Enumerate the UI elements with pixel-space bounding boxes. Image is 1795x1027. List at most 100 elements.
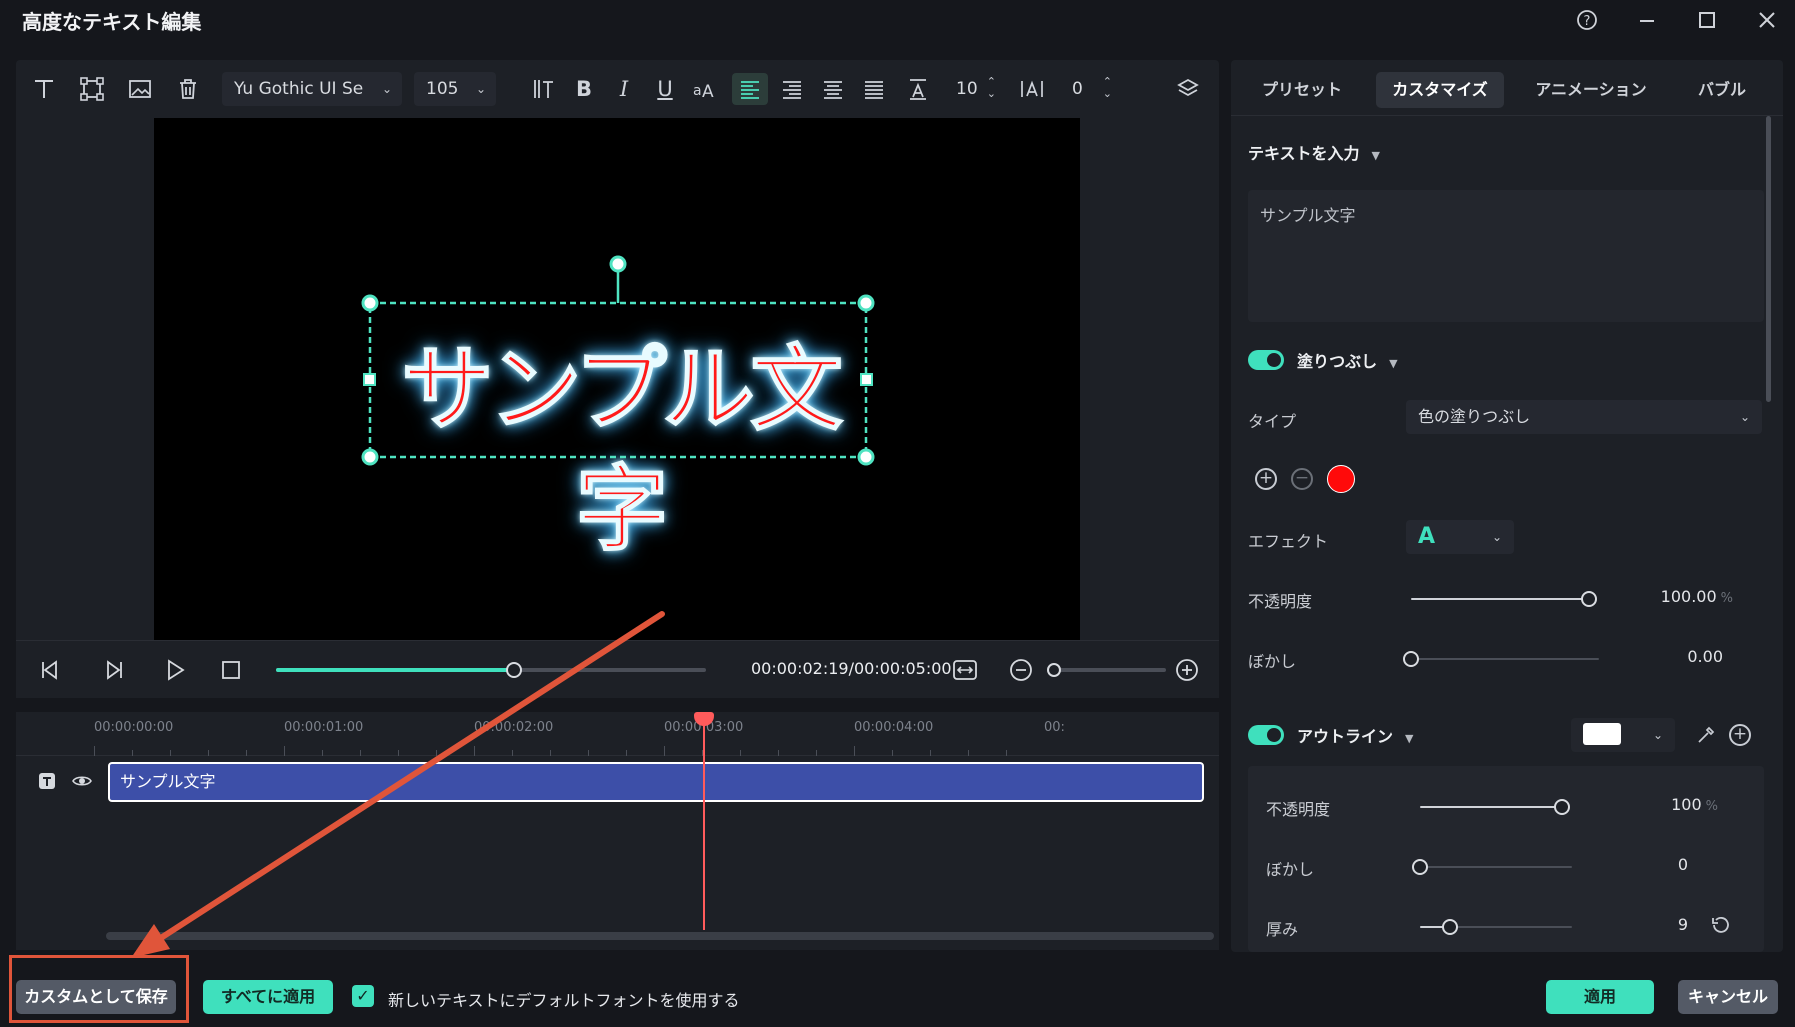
align-left-icon[interactable]	[732, 73, 768, 105]
stop-icon[interactable]	[216, 655, 246, 685]
fill-effect-select[interactable]: A ⌄	[1406, 520, 1514, 554]
outline-opacity-slider[interactable]	[1420, 799, 1570, 815]
ruler-tick	[550, 750, 551, 756]
apply-button[interactable]: 適用	[1546, 980, 1654, 1014]
fill-color-swatch[interactable]	[1327, 465, 1355, 493]
zoom-slider[interactable]	[1047, 663, 1166, 677]
default-font-checkbox[interactable]: ✓	[352, 985, 374, 1007]
previous-frame-icon[interactable]	[36, 655, 66, 685]
fill-opacity-thumb[interactable]	[1581, 591, 1597, 607]
outline-opacity-value: 100%	[1608, 795, 1718, 814]
text-clip[interactable]: サンプル文字	[108, 762, 1204, 802]
stepper-arrows-icon[interactable]: ⌃ ⌄	[1103, 76, 1112, 100]
cancel-button[interactable]: キャンセル	[1678, 980, 1778, 1014]
remove-color-icon[interactable]: −	[1291, 468, 1313, 490]
preview-text[interactable]: サンプル文字	[372, 330, 868, 564]
bold-icon[interactable]: B	[568, 73, 600, 105]
text-toolbar: Yu Gothic UI Se ⌄ 105 ⌄ B I U aA 10 ⌃ ⌄ 0…	[16, 60, 1219, 118]
minimize-icon[interactable]	[1631, 6, 1663, 34]
line-spacing-stepper[interactable]: 10 ⌃ ⌄	[944, 72, 1000, 106]
text-height-icon[interactable]	[528, 73, 560, 105]
outline-section[interactable]: アウトライン ▼	[1297, 723, 1413, 747]
add-color-icon[interactable]: +	[1255, 468, 1277, 490]
maximize-icon[interactable]	[1691, 6, 1723, 34]
image-icon[interactable]	[124, 73, 156, 105]
reset-icon[interactable]	[1710, 914, 1732, 936]
chevron-down-icon: ⌄	[1652, 728, 1663, 742]
text-input-section[interactable]: テキストを入力 ▼	[1248, 140, 1380, 164]
ruler-tick-label: 00:	[1044, 720, 1065, 735]
tab-customize[interactable]: カスタマイズ	[1376, 72, 1504, 108]
zoom-out-icon[interactable]	[1006, 655, 1036, 685]
align-center-icon[interactable]	[817, 73, 849, 105]
eyedropper-icon[interactable]	[1695, 724, 1717, 746]
close-icon[interactable]	[1751, 6, 1783, 34]
outline-color-select[interactable]: ⌄	[1571, 718, 1675, 752]
ruler-tick	[94, 746, 95, 756]
ruler-tick	[398, 750, 399, 756]
playhead[interactable]	[703, 712, 705, 930]
outline-settings: 不透明度 100% ぼかし 0 厚み 9	[1248, 766, 1764, 952]
fill-type-select[interactable]: 色の塗りつぶし ⌄	[1406, 400, 1762, 434]
title-bar: 高度なテキスト編集 ?	[0, 0, 1795, 40]
letter-spacing-icon[interactable]	[1016, 73, 1048, 105]
ruler-tick	[360, 750, 361, 756]
fill-section[interactable]: 塗りつぶし ▼	[1297, 348, 1398, 372]
tab-animation[interactable]: アニメーション	[1521, 72, 1661, 108]
align-right-icon[interactable]	[776, 73, 808, 105]
align-justify-icon[interactable]	[858, 73, 890, 105]
layer-icon[interactable]	[1172, 73, 1204, 105]
ruler-tick	[132, 750, 133, 756]
help-circle-icon[interactable]: ?	[1571, 6, 1603, 34]
outline-thickness-thumb[interactable]	[1442, 919, 1459, 935]
panel-scrollbar[interactable]	[1766, 116, 1771, 402]
text-track-icon	[36, 770, 58, 792]
stepper-arrows-icon[interactable]: ⌃ ⌄	[987, 76, 996, 100]
outline-blur-value: 0	[1677, 855, 1688, 874]
timeline-scrollbar[interactable]	[106, 932, 1214, 940]
zoom-slider-thumb[interactable]	[1047, 663, 1061, 677]
font-size-select[interactable]: 105 ⌄	[414, 72, 496, 106]
outline-thickness-slider[interactable]	[1420, 919, 1572, 935]
ruler-tick	[1006, 750, 1007, 756]
play-icon[interactable]	[160, 655, 190, 685]
fill-blur-thumb[interactable]	[1403, 651, 1419, 667]
fill-title: 塗りつぶし	[1297, 352, 1378, 371]
fit-width-icon[interactable]	[950, 655, 980, 685]
italic-icon[interactable]: I	[608, 73, 640, 105]
transform-icon[interactable]	[76, 73, 108, 105]
fill-opacity-slider[interactable]	[1411, 591, 1597, 607]
eye-icon[interactable]	[71, 770, 93, 792]
underline-icon[interactable]: U	[649, 73, 681, 105]
chevron-down-icon: ⌄	[475, 82, 486, 96]
caret-down-icon: ▼	[1389, 357, 1398, 370]
outline-blur-thumb[interactable]	[1412, 859, 1428, 875]
next-frame-icon[interactable]	[98, 655, 128, 685]
playback-bar: 00:00:02:19/00:00:05:00	[16, 640, 1219, 698]
zoom-in-icon[interactable]	[1172, 655, 1202, 685]
timeline-ruler[interactable]: 00:00:00:00 00:00:01:00 00:00:02:00 00:00:0…	[16, 712, 1219, 756]
tab-bubble[interactable]: バブル	[1677, 72, 1767, 108]
playback-progress-thumb[interactable]	[506, 662, 523, 678]
outline-toggle[interactable]	[1248, 725, 1284, 745]
tab-preset[interactable]: プリセット	[1247, 72, 1357, 108]
ruler-tick-label: 00:00:01:00	[284, 720, 364, 735]
apply-to-all-button[interactable]: すべてに適用	[203, 980, 333, 1014]
font-family-select[interactable]: Yu Gothic UI Se ⌄	[222, 72, 402, 106]
delete-icon[interactable]	[172, 73, 204, 105]
text-input-field[interactable]: サンプル文字	[1248, 190, 1764, 322]
outline-blur-slider[interactable]	[1412, 859, 1572, 875]
fill-toggle[interactable]	[1248, 350, 1284, 370]
text-icon[interactable]	[28, 73, 60, 105]
default-font-label: 新しいテキストにデフォルトフォントを使用する	[388, 991, 740, 1010]
outline-opacity-thumb[interactable]	[1554, 799, 1570, 815]
case-icon[interactable]: aA	[689, 73, 721, 105]
outline-color-swatch	[1583, 723, 1621, 745]
baseline-icon[interactable]	[902, 73, 934, 105]
char-spacing-stepper[interactable]: 0 ⌃ ⌄	[1060, 72, 1116, 106]
chevron-down-icon: ⌄	[381, 82, 392, 96]
playback-progress-slider[interactable]	[276, 662, 706, 678]
ruler-tick	[246, 750, 247, 756]
add-outline-icon[interactable]: +	[1729, 724, 1751, 746]
fill-blur-slider[interactable]	[1403, 651, 1599, 667]
